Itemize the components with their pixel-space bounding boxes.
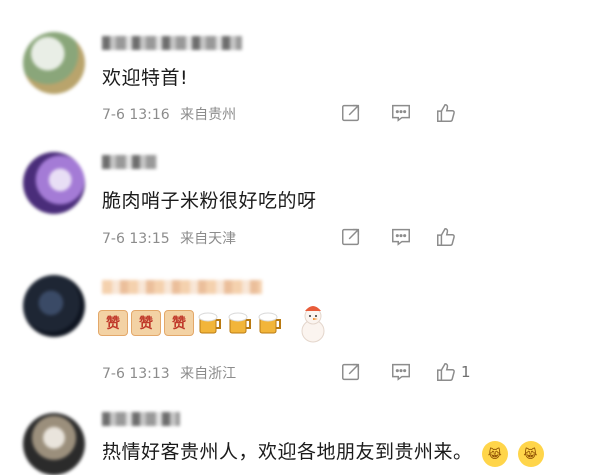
share-icon bbox=[342, 104, 360, 122]
avatar[interactable] bbox=[23, 32, 85, 94]
comment-button[interactable] bbox=[390, 100, 412, 126]
comment-actions: 1 bbox=[340, 359, 600, 385]
like-button[interactable]: 1 bbox=[435, 359, 471, 385]
comment-text: 热情好客贵州人，欢迎各地朋友到贵州来。 😹 😹 bbox=[102, 437, 544, 467]
emoji-row: 赞 赞 赞 bbox=[98, 303, 333, 343]
like-button[interactable] bbox=[435, 100, 461, 126]
thumbs-up-icon bbox=[437, 228, 455, 246]
thumbs-up-icon bbox=[437, 363, 455, 381]
share-button[interactable] bbox=[340, 224, 362, 250]
zan-sticker: 赞 bbox=[98, 310, 128, 336]
avatar[interactable] bbox=[23, 275, 85, 337]
comment-text: 脆肉哨子米粉很好吃的呀 bbox=[102, 190, 317, 212]
share-button[interactable] bbox=[340, 100, 362, 126]
comment-text-content: 热情好客贵州人，欢迎各地朋友到贵州来。 bbox=[102, 441, 473, 463]
comment-icon bbox=[392, 228, 410, 246]
username-blurred[interactable] bbox=[102, 412, 180, 426]
share-icon bbox=[342, 363, 360, 381]
comment-location: 来自天津 bbox=[180, 231, 237, 247]
thumbs-up-icon bbox=[437, 104, 455, 122]
comment-icon bbox=[392, 104, 410, 122]
avatar[interactable] bbox=[23, 413, 85, 475]
beer-icon bbox=[197, 311, 224, 335]
comment-date: 7-6 13:15 bbox=[102, 231, 170, 247]
username-blurred[interactable] bbox=[102, 36, 242, 50]
comment-date: 7-6 13:16 bbox=[102, 107, 170, 123]
avatar[interactable] bbox=[23, 152, 85, 214]
username-blurred[interactable] bbox=[102, 155, 157, 169]
beer-icon bbox=[257, 311, 284, 335]
zan-sticker: 赞 bbox=[131, 310, 161, 336]
username-blurred[interactable] bbox=[102, 280, 262, 294]
comment-location: 来自浙江 bbox=[180, 366, 237, 382]
comment-location: 来自贵州 bbox=[180, 107, 237, 123]
comment-date: 7-6 13:13 bbox=[102, 366, 170, 382]
comment-actions bbox=[340, 100, 600, 126]
zan-sticker: 赞 bbox=[164, 310, 194, 336]
like-count: 1 bbox=[461, 363, 471, 381]
like-button[interactable] bbox=[435, 224, 461, 250]
comment-button[interactable] bbox=[390, 224, 412, 250]
comment-list: 欢迎特首! 7-6 13:16 来自贵州 脆肉哨子米粉很好吃的呀 7-6 13:… bbox=[0, 0, 600, 475]
comment-text: 欢迎特首! bbox=[102, 67, 189, 89]
beer-icon bbox=[227, 311, 254, 335]
share-icon bbox=[342, 228, 360, 246]
share-button[interactable] bbox=[340, 359, 362, 385]
comment-icon bbox=[392, 363, 410, 381]
comment-button[interactable] bbox=[390, 359, 412, 385]
comment-actions bbox=[340, 224, 600, 250]
crying-laughing-emoji-icon: 😹 bbox=[517, 441, 544, 467]
comment-meta: 7-6 13:13 来自浙江 bbox=[102, 363, 236, 383]
comment-meta: 7-6 13:15 来自天津 bbox=[102, 228, 236, 248]
crying-laughing-emoji-icon: 😹 bbox=[482, 441, 509, 467]
comment-meta: 7-6 13:16 来自贵州 bbox=[102, 104, 236, 124]
snowman-sticker bbox=[293, 303, 333, 343]
